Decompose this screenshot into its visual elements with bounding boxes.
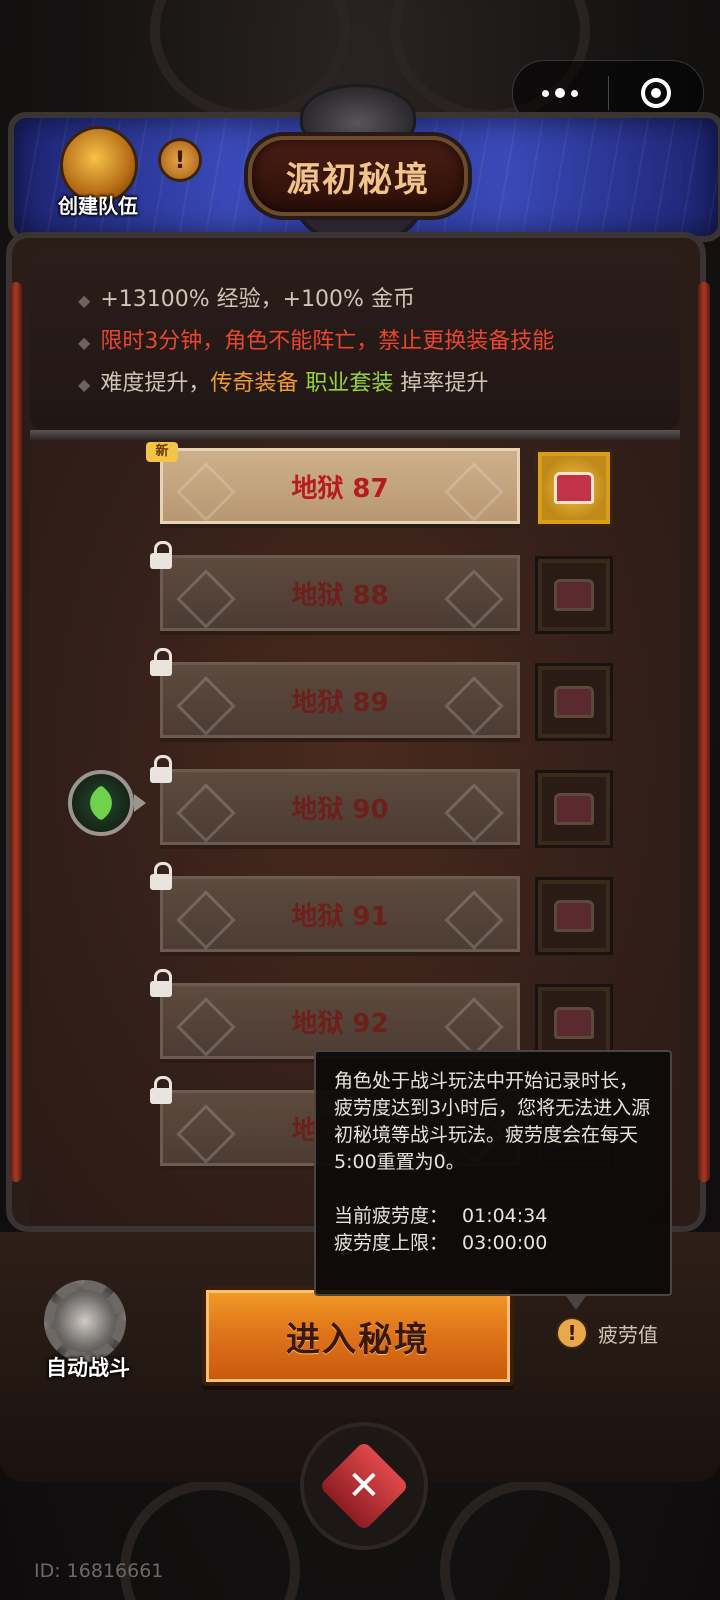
level-label: 地狱 89 [291, 687, 389, 718]
knot-ornament [444, 890, 504, 950]
level-row[interactable]: 地狱 87 新 [30, 442, 680, 528]
level-label: 地狱 88 [291, 580, 389, 611]
level-select-button[interactable]: 地狱 91 [160, 876, 520, 952]
knot-ornament [444, 997, 504, 1057]
reward-chest-button[interactable] [538, 666, 610, 738]
level-label: 地狱 91 [291, 901, 389, 932]
max-fatigue-row: 疲劳度上限： 03:00:00 [334, 1232, 548, 1254]
marker-arrow-icon [134, 794, 146, 812]
lock-icon [150, 648, 174, 676]
chest-icon [554, 1007, 594, 1039]
level-select-button[interactable]: 地狱 92 [160, 983, 520, 1059]
frame-side-bar-right [698, 282, 710, 1182]
gear-hourglass-icon [44, 1280, 126, 1362]
knot-ornament [176, 890, 236, 950]
create-team-label: 创建队伍 [58, 194, 138, 218]
chest-icon [554, 579, 594, 611]
reward-chest-button[interactable] [538, 773, 610, 845]
game-screen: 源初秘境 创建队伍 ! ◆ +13100% 经验，+100% 金币 ◆ 限时3分钟，… [0, 0, 720, 1600]
current-position-marker [68, 770, 134, 836]
exclamation-icon[interactable]: ! [158, 138, 202, 182]
enter-dungeon-label: 进入秘境 [286, 1319, 430, 1360]
level-label: 地狱 87 [291, 473, 389, 504]
target-circle-icon [640, 78, 671, 108]
reward-chest-button[interactable] [538, 987, 610, 1059]
level-label: 地狱 90 [291, 794, 389, 825]
knot-ornament [176, 783, 236, 843]
knot-ornament [176, 997, 236, 1057]
lock-icon [150, 541, 174, 569]
knot-ornament [444, 783, 504, 843]
leaf-icon [82, 784, 120, 822]
tooltip-arrow [566, 1296, 586, 1310]
chest-icon [554, 686, 594, 718]
lock-icon [150, 755, 174, 783]
bullet-icon: ◆ [78, 333, 91, 352]
current-fatigue-row: 当前疲劳度： 01:04:34 [334, 1205, 548, 1227]
rule-line-drops: ◆ 难度提升，传奇装备 职业套装 掉率提升 [78, 371, 489, 396]
rule-line-rewards: ◆ +13100% 经验，+100% 金币 [78, 287, 415, 312]
bullet-icon: ◆ [78, 375, 91, 394]
tooltip-description: 角色处于战斗玩法中开始记录时长，疲劳度达到3小时后，您将无法进入源初秘境等战斗玩… [334, 1070, 651, 1173]
lock-icon [150, 969, 174, 997]
bullet-icon: ◆ [78, 291, 91, 310]
background-ornament [440, 1480, 620, 1600]
reward-chest-button[interactable] [538, 452, 610, 524]
level-select-button[interactable]: 地狱 89 [160, 662, 520, 738]
player-id: ID: 16816661 [34, 1560, 164, 1582]
chest-icon [554, 900, 594, 932]
lock-icon [150, 1076, 174, 1104]
exclamation-icon: ! [556, 1317, 588, 1349]
battle-emblem-button[interactable]: ✕ [300, 1422, 428, 1550]
reward-chest-button[interactable] [538, 559, 610, 631]
chest-icon [554, 472, 594, 504]
more-dots-icon [542, 88, 579, 98]
list-divider [30, 430, 680, 440]
rule-line-restrictions: ◆ 限时3分钟，角色不能阵亡，禁止更换装备技能 [78, 329, 555, 354]
level-select-button[interactable]: 地狱 88 [160, 555, 520, 631]
new-badge: 新 [146, 442, 178, 462]
page-title: 源初秘境 [286, 159, 430, 200]
knot-ornament [176, 1104, 236, 1164]
fatigue-indicator[interactable]: ! 疲劳值 [556, 1316, 658, 1350]
knot-ornament [176, 676, 236, 736]
lock-icon [150, 862, 174, 890]
chest-icon [554, 793, 594, 825]
level-select-button[interactable]: 地狱 87 [160, 448, 520, 524]
enter-dungeon-button[interactable]: 进入秘境 [202, 1286, 514, 1386]
reward-chest-button[interactable] [538, 880, 610, 952]
knot-ornament [444, 569, 504, 629]
level-row[interactable]: 地狱 91 [30, 862, 680, 956]
fatigue-tooltip: 角色处于战斗玩法中开始记录时长，疲劳度达到3小时后，您将无法进入源初秘境等战斗玩… [314, 1050, 672, 1296]
create-team-button[interactable]: 创建队伍 [48, 120, 148, 220]
auto-battle-button[interactable]: 自动战斗 [36, 1280, 140, 1390]
knot-ornament [444, 462, 504, 522]
crossed-swords-icon: ✕ [318, 1440, 410, 1532]
knot-ornament [176, 462, 236, 522]
auto-battle-label: 自动战斗 [46, 1356, 130, 1380]
page-title-plate: 源初秘境 [248, 136, 468, 216]
level-row[interactable]: 地狱 89 [30, 648, 680, 742]
level-select-button[interactable]: 地狱 90 [160, 769, 520, 845]
tooltip-stats: 当前疲劳度： 01:04:34 疲劳度上限： 03:00:00 [334, 1203, 652, 1257]
frame-side-bar-left [10, 282, 22, 1182]
knot-ornament [176, 569, 236, 629]
level-label: 地狱 92 [291, 1008, 389, 1039]
level-row[interactable]: 地狱 88 [30, 541, 680, 635]
background-ornament [120, 1480, 300, 1600]
fatigue-label: 疲劳值 [598, 1322, 658, 1347]
knot-ornament [444, 676, 504, 736]
